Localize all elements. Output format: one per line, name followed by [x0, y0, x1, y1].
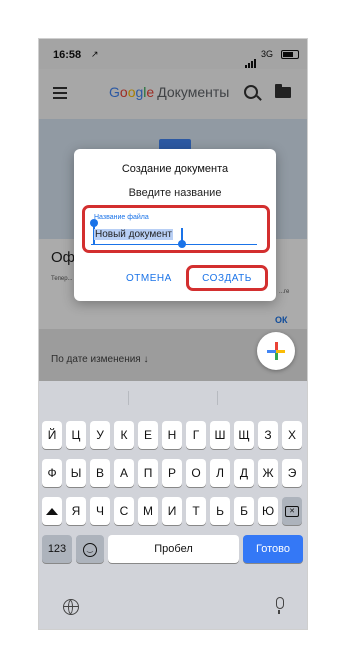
create-document-fab[interactable] — [257, 332, 295, 370]
key[interactable]: Н — [162, 421, 182, 449]
key[interactable]: Я — [66, 497, 86, 525]
key[interactable]: Е — [138, 421, 158, 449]
done-key[interactable]: Готово — [243, 535, 303, 563]
key[interactable]: Г — [186, 421, 206, 449]
file-name-label: Название файла — [94, 214, 149, 221]
suggestion-bar — [39, 381, 307, 413]
create-button-label: СОЗДАТЬ — [202, 273, 252, 284]
emoji-key[interactable]: ‿ — [76, 535, 104, 563]
key[interactable]: Ь — [210, 497, 230, 525]
key[interactable]: Б — [234, 497, 254, 525]
key[interactable]: Ц — [66, 421, 86, 449]
key[interactable]: М — [138, 497, 158, 525]
numbers-key[interactable]: 123 — [42, 535, 72, 563]
key[interactable]: Ф — [42, 459, 62, 487]
key[interactable]: А — [114, 459, 134, 487]
key[interactable]: Щ — [234, 421, 254, 449]
backspace-key[interactable]: ✕ — [282, 497, 302, 525]
dialog-title: Создание документа — [121, 163, 229, 175]
key[interactable]: Й — [42, 421, 62, 449]
shift-icon — [46, 508, 58, 516]
key[interactable]: К — [114, 421, 134, 449]
key[interactable]: В — [90, 459, 110, 487]
key[interactable]: Р — [162, 459, 182, 487]
key[interactable]: П — [138, 459, 158, 487]
mic-icon[interactable] — [276, 597, 284, 614]
key[interactable]: Д — [234, 459, 254, 487]
key[interactable]: Э — [282, 459, 302, 487]
key[interactable]: И — [162, 497, 182, 525]
key[interactable]: Т — [186, 497, 206, 525]
key[interactable]: Ю — [258, 497, 278, 525]
key[interactable]: У — [90, 421, 110, 449]
phone-screen: 16:58 ↗ 3G Google Документы Оф Тепер... М… — [38, 38, 308, 630]
shift-key[interactable] — [42, 497, 62, 525]
backspace-icon: ✕ — [285, 506, 299, 518]
key[interactable]: О — [186, 459, 206, 487]
file-name-input[interactable]: Новый документ — [94, 229, 173, 240]
key[interactable]: Л — [210, 459, 230, 487]
key[interactable]: Ж — [258, 459, 278, 487]
dialog-subtitle: Введите название — [128, 187, 222, 199]
field-underline — [91, 244, 257, 245]
emoji-icon: ‿ — [83, 542, 97, 557]
key[interactable]: Ч — [90, 497, 110, 525]
globe-icon[interactable] — [63, 599, 79, 615]
space-key[interactable]: Пробел — [108, 535, 239, 563]
key[interactable]: Ш — [210, 421, 230, 449]
selection-end-handle[interactable] — [178, 228, 186, 248]
keyboard: Й Ц У К Е Н Г Ш Щ З Х Ф Ы В А П Р О Л Д … — [39, 381, 307, 629]
file-name-field[interactable]: Название файла Новый документ — [82, 205, 270, 253]
key[interactable]: З — [258, 421, 278, 449]
key[interactable]: С — [114, 497, 134, 525]
create-document-dialog: Создание документа Введите название Назв… — [74, 149, 276, 301]
create-button[interactable]: СОЗДАТЬ — [186, 265, 268, 291]
cancel-button[interactable]: ОТМЕНА — [126, 273, 172, 284]
key[interactable]: Х — [282, 421, 302, 449]
key[interactable]: Ы — [66, 459, 86, 487]
